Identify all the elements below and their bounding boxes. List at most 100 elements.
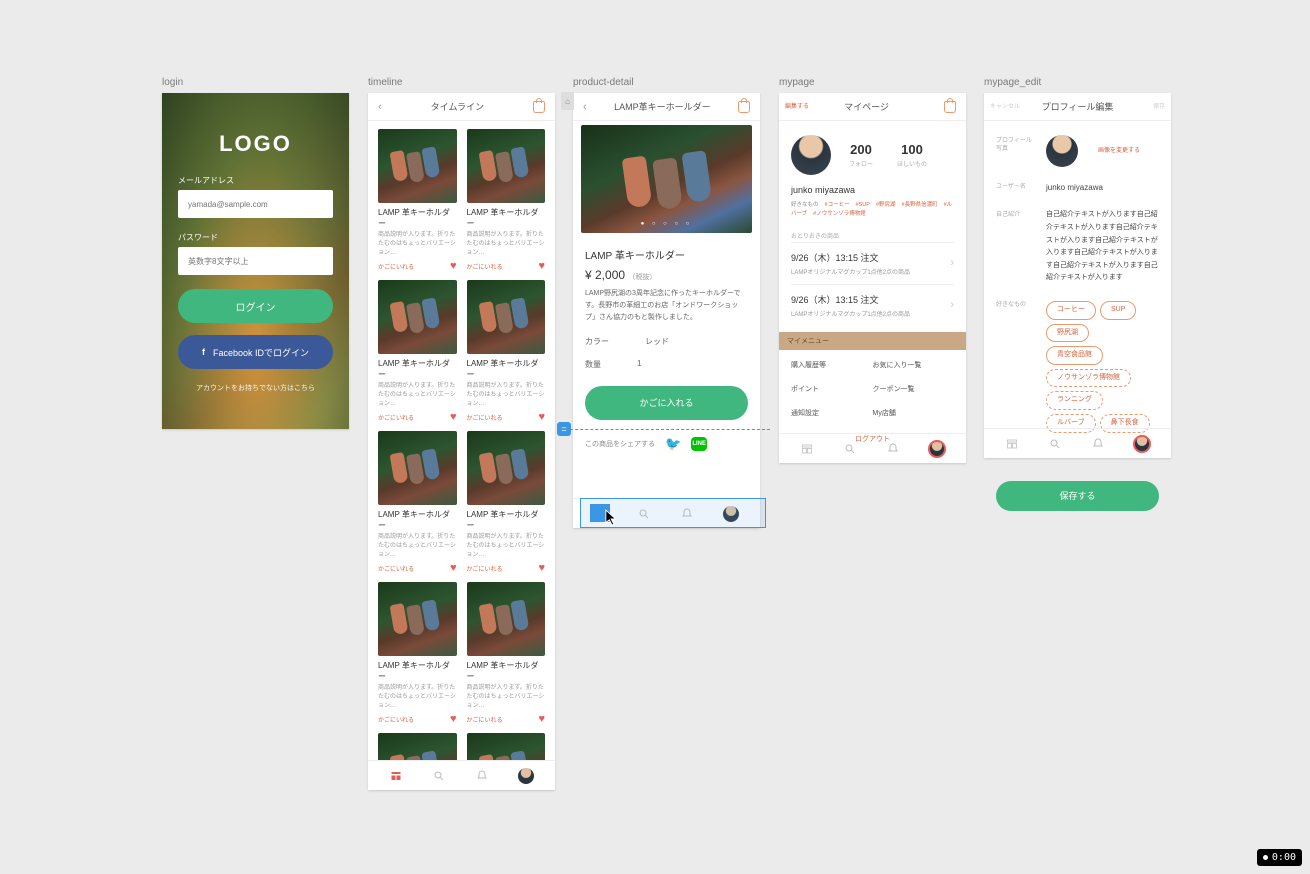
heart-icon[interactable]: ♥ [450,713,457,725]
link-purchase-history[interactable]: 購入履歴等 [791,360,873,370]
profile-tag[interactable]: #長野県信濃町 [902,202,938,208]
card-cart-link[interactable]: かごにいれる [378,564,414,573]
timeline-card[interactable]: LAMP 革キーホルダー 商品説明が入ります。折りたたむのはちょっとバリエーショ… [378,733,457,760]
profile-tag[interactable]: #ノウサンゾラ博物館 [813,211,866,217]
card-image[interactable] [378,582,457,656]
bio-value[interactable]: 自己紹介テキストが入ります自己紹介テキストが入ります自己紹介テキストが入ります自… [1046,209,1159,285]
follow-stat[interactable]: 200フォロー [849,142,873,168]
cart-icon[interactable] [738,101,750,113]
link-points[interactable]: ポイント [791,384,873,394]
facebook-login-button[interactable]: f Facebook IDでログイン [178,335,333,369]
timeline-card[interactable]: LAMP 革キーホルダー 商品説明が入ります。折りたたむのはちょっとバリエーショ… [378,431,457,574]
design-canvas[interactable]: login timeline product-detail mypage myp… [0,0,1310,874]
card-cart-link[interactable]: かごにいれる [467,413,503,422]
card-cart-link[interactable]: かごにいれる [378,413,414,422]
wishlist-stat[interactable]: 100ほしいもの [897,142,927,168]
back-icon[interactable]: ‹ [583,101,587,113]
search-icon[interactable] [432,769,446,783]
cart-icon[interactable] [944,101,956,113]
username-value[interactable]: junko miyazawa [1046,181,1159,195]
home-icon[interactable] [800,442,814,456]
figma-home-icon[interactable]: ⌂ [561,92,574,110]
profile-tab-avatar[interactable] [1134,436,1150,452]
link-coupons[interactable]: クーポン一覧 [873,384,955,394]
card-image[interactable] [378,280,457,354]
profile-tab-avatar[interactable] [723,506,739,522]
card-image[interactable] [467,280,546,354]
cancel-link[interactable]: キャンセル [990,101,1020,110]
line-icon[interactable]: LINE [691,437,707,451]
card-image[interactable] [467,582,546,656]
carousel-dots[interactable]: ● ○ ○ ○ ○ [581,221,752,227]
order-row-2[interactable]: 9/26（木）13:15 注文LAMPオリジナルマグカップ1点他2点の商品 › [791,284,954,326]
card-cart-link[interactable]: かごにいれる [378,715,414,724]
product-qty-row[interactable]: 数量 1 [573,353,760,376]
card-image[interactable] [378,129,457,203]
card-cart-link[interactable]: かごにいれる [467,564,503,573]
home-icon[interactable] [1005,437,1019,451]
artboard-mypage-edit[interactable]: キャンセル プロフィール編集 保存 プロフィール写真 画像を変更する ユーザー名… [984,93,1171,458]
timeline-card[interactable]: LAMP 革キーホルダー 商品説明が入ります。折りたたむのはちょっとバリエーショ… [467,129,546,272]
artboard-product-detail[interactable]: ⌂ ‹ LAMP革キーホールダー ● ○ ○ ○ ○ LAMP 革キーホルダー … [573,93,760,528]
change-photo-link[interactable]: 画像を変更する [1098,146,1140,157]
tag-pill[interactable]: 野尻湖 [1046,324,1089,343]
signup-link[interactable]: アカウントをお持ちでない方はこちら [178,383,333,393]
profile-avatar[interactable] [791,135,831,175]
timeline-card[interactable]: LAMP 革キーホルダー 商品説明が入ります。折りたたむのはちょっとバリエーショ… [378,582,457,725]
bell-icon[interactable] [680,507,694,521]
heart-icon[interactable]: ♥ [538,562,545,574]
timeline-card[interactable]: LAMP 革キーホルダー 商品説明が入ります。折りたたむのはちょっとバリエーショ… [467,733,546,760]
tag-pill[interactable]: コーヒー [1046,301,1096,320]
profile-tag[interactable]: #SUP [856,202,870,208]
search-icon[interactable] [637,507,651,521]
heart-icon[interactable]: ♥ [450,411,457,423]
home-icon[interactable] [389,769,403,783]
profile-tag[interactable]: #野尻湖 [876,202,896,208]
tag-pill[interactable]: ランニング [1046,391,1103,410]
artboard-login[interactable]: LOGO メールアドレス パスワード ログイン f Facebook IDでログ… [162,93,349,429]
heart-icon[interactable]: ♥ [538,713,545,725]
link-favorites[interactable]: お気に入り一覧 [873,360,955,370]
bell-icon[interactable] [886,442,900,456]
home-icon[interactable] [594,507,608,521]
card-cart-link[interactable]: かごにいれる [467,262,503,271]
back-icon[interactable]: ‹ [378,101,382,113]
profile-tag[interactable]: #コーヒー [825,202,850,208]
card-image[interactable] [467,129,546,203]
order-row-1[interactable]: 9/26（木）13:15 注文LAMPオリジナルマグカップ1点他2点の商品 › [791,242,954,284]
heart-icon[interactable]: ♥ [450,260,457,272]
password-field[interactable] [178,247,333,275]
cart-icon[interactable] [533,101,545,113]
search-icon[interactable] [1048,437,1062,451]
link-my-store[interactable]: My店舗 [873,408,955,418]
artboard-timeline[interactable]: ‹ タイムライン LAMP 革キーホルダー 商品説明が入ります。折りたたむのはち… [368,93,555,790]
heart-icon[interactable]: ♥ [450,562,457,574]
tag-pill[interactable]: ノウサンゾラ博物館 [1046,369,1131,388]
selection-guide-handle[interactable]: = [557,422,571,436]
card-image[interactable] [467,733,546,760]
timeline-card[interactable]: LAMP 革キーホルダー 商品説明が入ります。折りたたむのはちょっとバリエーショ… [467,280,546,423]
login-button[interactable]: ログイン [178,289,333,323]
bell-icon[interactable] [475,769,489,783]
twitter-icon[interactable]: 🐦 [665,436,681,452]
add-to-cart-button[interactable]: かごに入れる [585,386,748,420]
search-icon[interactable] [843,442,857,456]
profile-tab-avatar[interactable] [929,441,945,457]
bell-icon[interactable] [1091,437,1105,451]
profile-tab-avatar[interactable] [518,768,534,784]
profile-avatar[interactable] [1046,135,1078,167]
product-hero-image[interactable]: ● ○ ○ ○ ○ [581,125,752,233]
tag-pill[interactable]: SUP [1100,301,1136,320]
timeline-card[interactable]: LAMP 革キーホルダー 商品説明が入ります。折りたたむのはちょっとバリエーショ… [378,129,457,272]
card-image[interactable] [467,431,546,505]
edit-link[interactable]: 編集する [785,101,809,110]
email-field[interactable] [178,190,333,218]
tag-pill[interactable]: 青空食品館 [1046,346,1103,365]
card-image[interactable] [378,431,457,505]
card-cart-link[interactable]: かごにいれる [378,262,414,271]
artboard-mypage[interactable]: 編集する マイページ 200フォロー 100ほしいもの junko miyaza… [779,93,966,463]
save-button[interactable]: 保存する [996,481,1159,511]
timeline-card[interactable]: LAMP 革キーホルダー 商品説明が入ります。折りたたむのはちょっとバリエーショ… [378,280,457,423]
timeline-card[interactable]: LAMP 革キーホルダー 商品説明が入ります。折りたたむのはちょっとバリエーショ… [467,582,546,725]
card-image[interactable] [378,733,457,760]
